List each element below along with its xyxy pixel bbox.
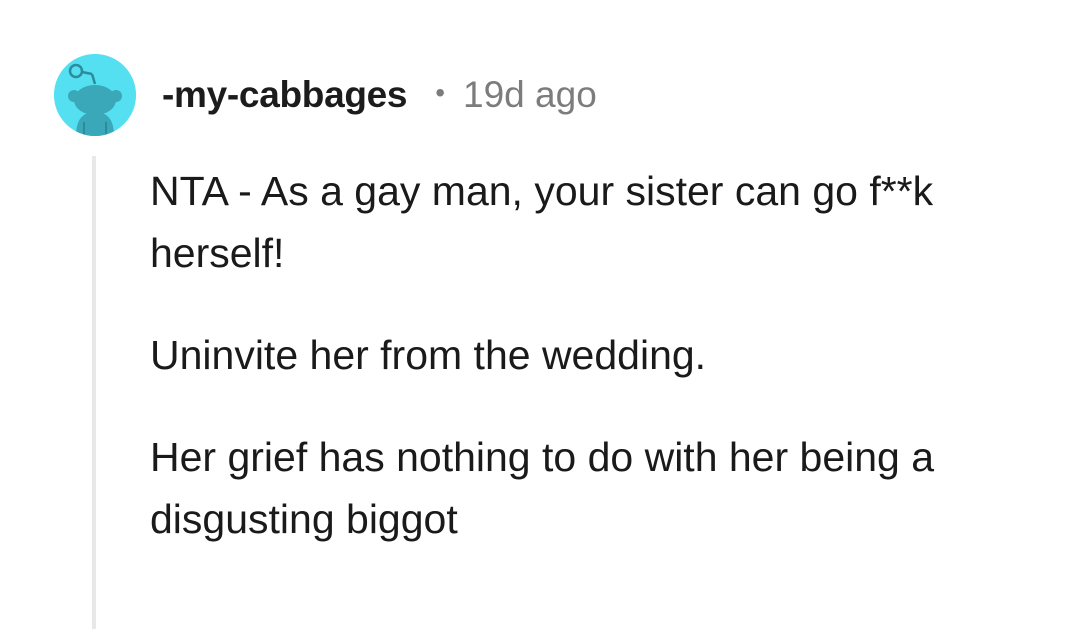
thread-collapse-line[interactable] xyxy=(92,156,96,629)
comment: -my-cabbages • 19d ago NTA - As a gay ma… xyxy=(0,0,1079,629)
comment-body: NTA - As a gay man, your sister can go f… xyxy=(150,160,1050,590)
snoo-icon xyxy=(54,54,136,136)
snoo-avatar-icon[interactable] xyxy=(54,54,136,136)
comment-paragraph: NTA - As a gay man, your sister can go f… xyxy=(150,168,934,276)
timestamp[interactable]: 19d ago xyxy=(463,74,597,116)
comment-paragraph: Her grief has nothing to do with her bei… xyxy=(150,434,935,542)
comment-paragraph: Uninvite her from the wedding. xyxy=(150,332,707,378)
comment-header: -my-cabbages • 19d ago xyxy=(162,70,597,120)
separator-dot: • xyxy=(435,77,446,108)
username-link[interactable]: -my-cabbages xyxy=(162,74,408,116)
